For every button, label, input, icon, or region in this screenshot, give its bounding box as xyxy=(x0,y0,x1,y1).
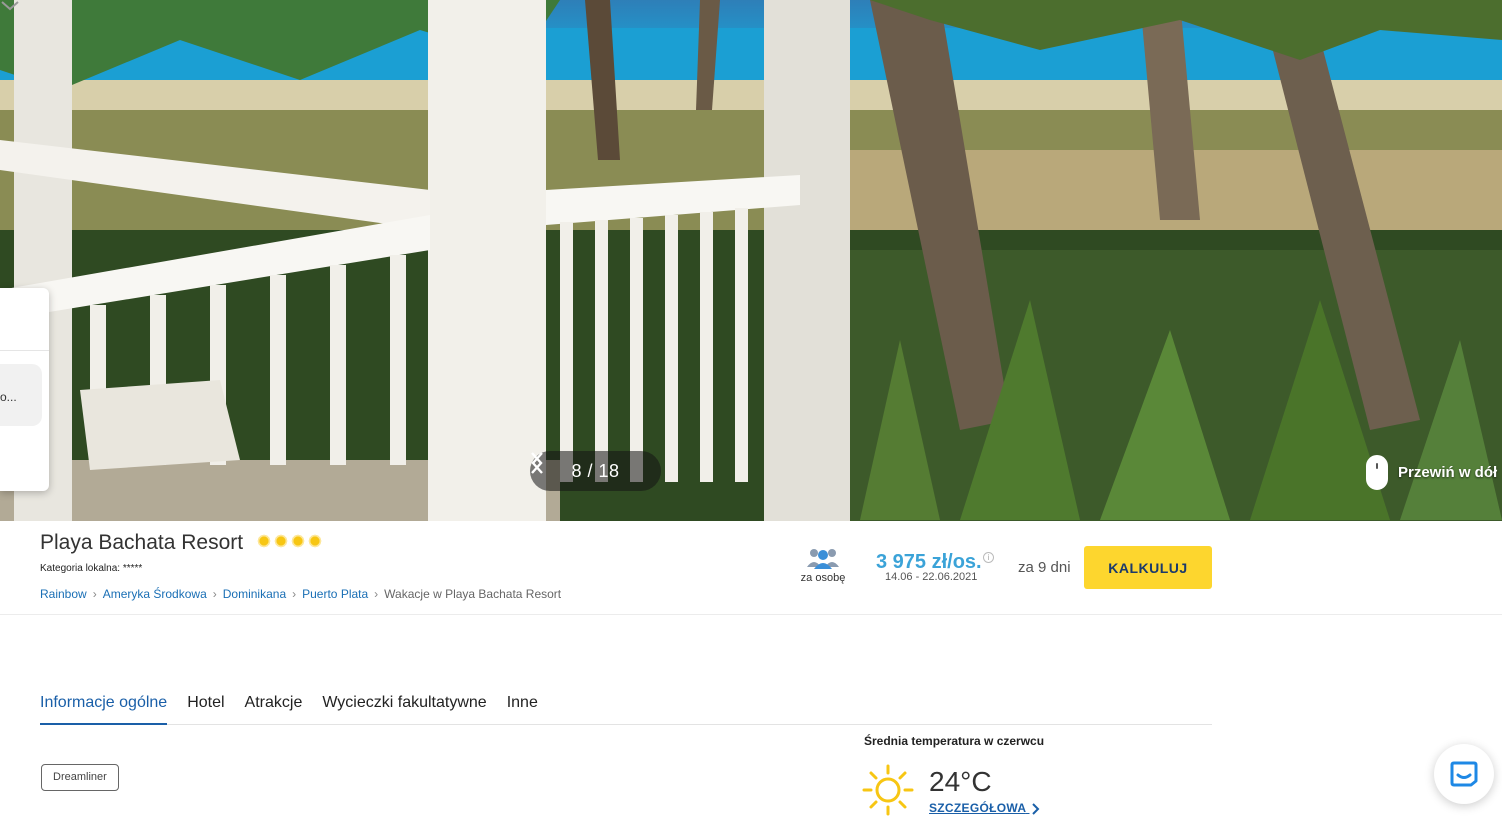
previous-photo-button[interactable] xyxy=(531,452,562,483)
chevron-right-icon: › xyxy=(212,587,217,601)
mouse-icon xyxy=(1366,455,1388,490)
tab-general-info[interactable]: Informacje ogólne xyxy=(40,694,168,725)
temperature-value: 24°C xyxy=(929,766,992,797)
local-category: Kategoria lokalna: ***** xyxy=(40,563,143,574)
chevron-right-icon: › xyxy=(92,587,97,601)
info-icon[interactable]: i xyxy=(983,552,994,563)
star-icon xyxy=(290,533,306,549)
weather-details-link[interactable]: SZCZEGÓŁOWA xyxy=(929,801,1040,815)
tab-attractions[interactable]: Atrakcje xyxy=(245,694,303,725)
trip-dates: 14.06 - 22.06.2021 xyxy=(885,571,978,583)
hotel-photo xyxy=(0,0,1502,521)
star-rating xyxy=(256,533,323,549)
hotel-info-bar: Playa Bachata Resort Kategoria lokalna: … xyxy=(0,521,1502,615)
chevron-right-icon xyxy=(1031,803,1039,815)
sun-icon xyxy=(862,764,914,816)
gallery-navigation: 8 / 18 xyxy=(530,451,661,491)
star-icon xyxy=(273,533,289,549)
chat-button[interactable] xyxy=(1434,744,1494,804)
star-icon xyxy=(307,533,323,549)
side-card[interactable]: o... xyxy=(0,364,42,426)
content-tabs: Informacje ogólne Hotel Atrakcje Wyciecz… xyxy=(40,694,1212,725)
side-panel-divider xyxy=(0,350,49,351)
chevron-right-icon: › xyxy=(292,587,297,601)
per-person-label: za osobę xyxy=(800,572,846,584)
breadcrumb-link-country[interactable]: Dominikana xyxy=(223,587,286,601)
scroll-down-hint[interactable]: Przewiń w dół xyxy=(1366,455,1497,490)
tab-hotel[interactable]: Hotel xyxy=(187,694,224,725)
chat-icon xyxy=(1450,761,1478,787)
per-person-selector[interactable]: za osobę xyxy=(798,547,848,584)
chevron-right-icon: › xyxy=(374,587,379,601)
breadcrumb-link-region[interactable]: Ameryka Środkowa xyxy=(103,587,207,601)
people-icon xyxy=(807,549,839,569)
trip-duration: za 9 dni xyxy=(1018,559,1071,576)
scroll-down-label: Przewiń w dół xyxy=(1398,464,1498,481)
dreamliner-tag: Dreamliner xyxy=(41,764,119,791)
star-icon xyxy=(256,533,272,549)
weather-details-label: SZCZEGÓŁOWA xyxy=(929,801,1026,815)
hotel-photo-gallery[interactable]: o... 8 / 18 Przewiń w dół xyxy=(0,0,1502,521)
weather-title: Średnia temperatura w czerwcu xyxy=(864,734,1045,748)
chevron-right-icon xyxy=(531,452,543,474)
photo-counter: 8 / 18 xyxy=(571,460,620,481)
next-photo-button[interactable] xyxy=(531,452,649,483)
breadcrumb-current: Wakacje w Playa Bachata Resort xyxy=(384,587,562,601)
tab-other[interactable]: Inne xyxy=(507,694,538,725)
breadcrumb: Rainbow › Ameryka Środkowa › Dominikana … xyxy=(40,587,561,601)
calculate-button[interactable]: KALKULUJ xyxy=(1084,546,1212,589)
side-card-text: o... xyxy=(0,390,17,404)
breadcrumb-link-city[interactable]: Puerto Plata xyxy=(302,587,368,601)
tab-excursions[interactable]: Wycieczki fakultatywne xyxy=(322,694,486,725)
breadcrumb-link-rainbow[interactable]: Rainbow xyxy=(40,587,87,601)
hotel-name: Playa Bachata Resort xyxy=(40,531,244,554)
